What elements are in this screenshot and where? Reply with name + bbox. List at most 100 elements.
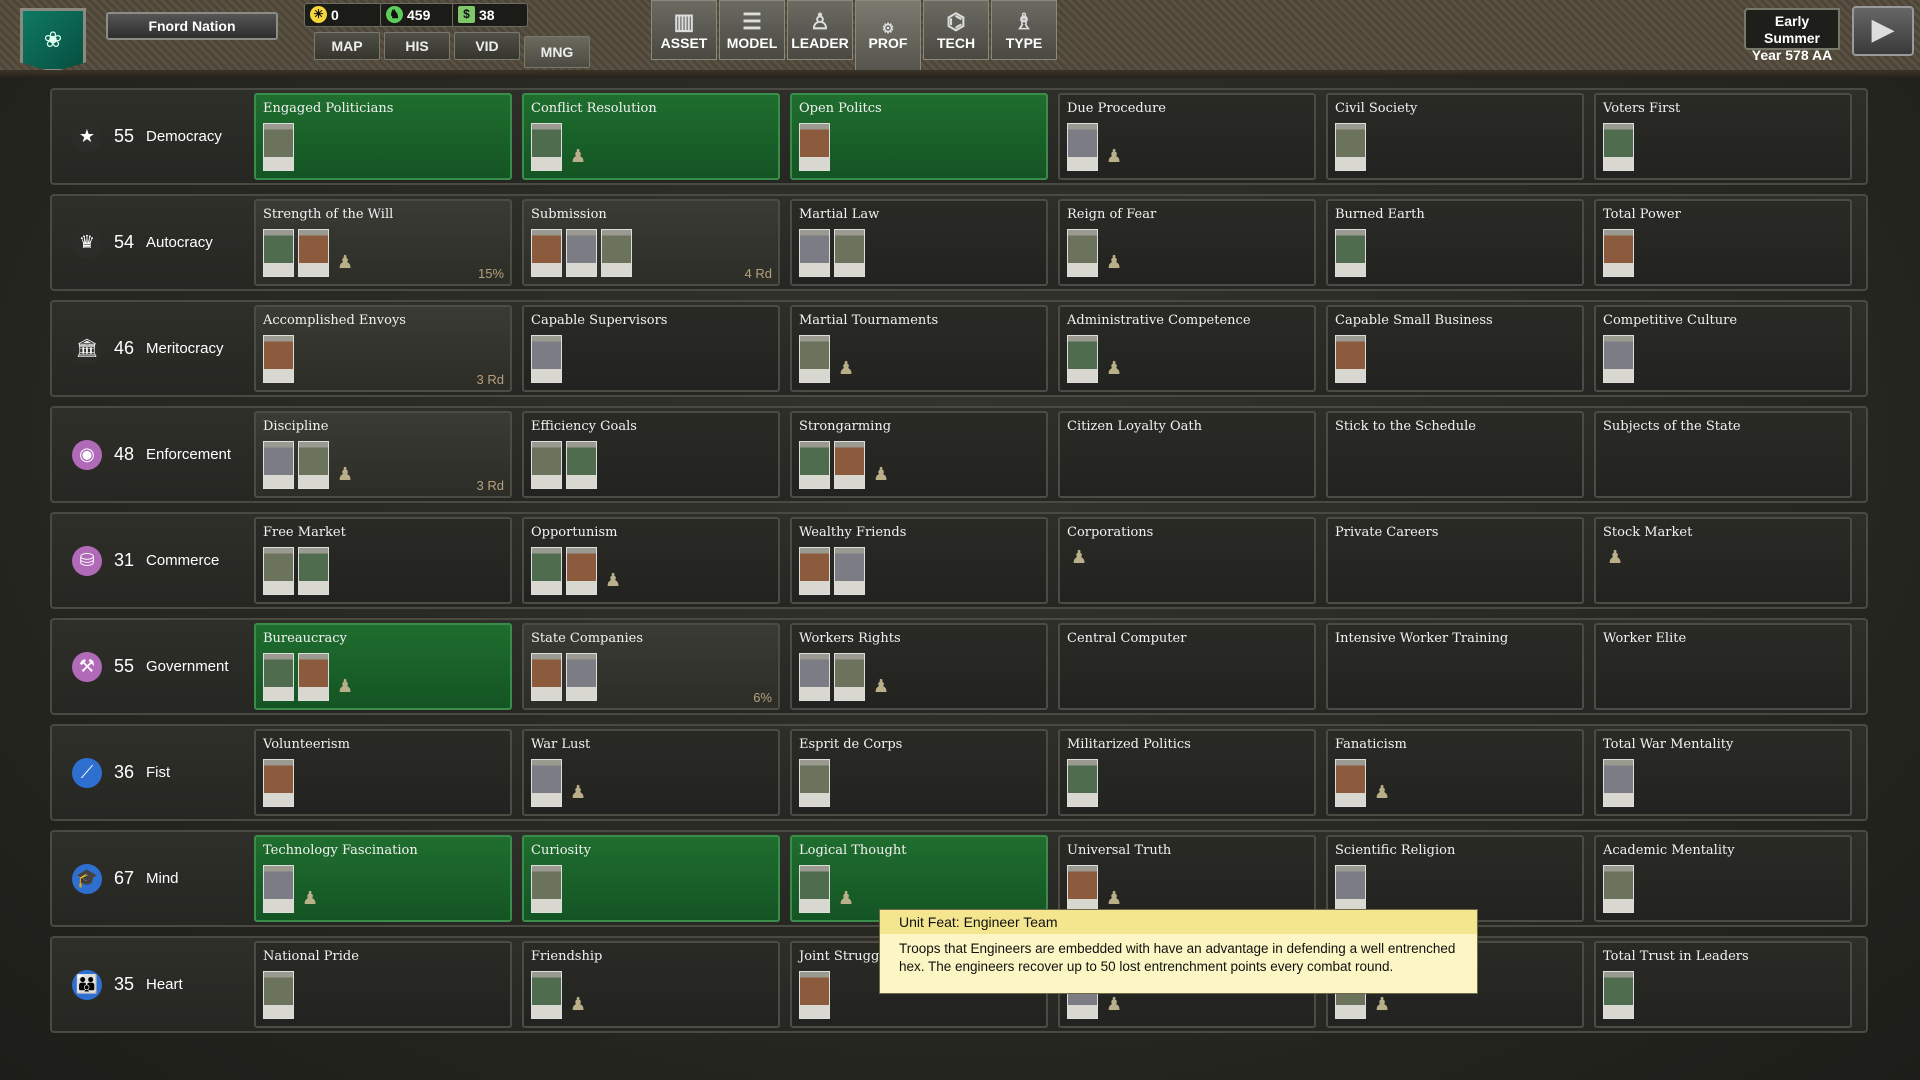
profession-card[interactable]: Bureaucracy ♟: [254, 623, 512, 710]
unit-card-icon[interactable]: [1603, 229, 1634, 277]
tab-mng[interactable]: MNG: [524, 36, 590, 68]
profession-card[interactable]: Free Market: [254, 517, 512, 604]
profession-card[interactable]: Strongarming ♟: [790, 411, 1048, 498]
unit-card-icon[interactable]: [834, 653, 865, 701]
profession-card[interactable]: Private Careers: [1326, 517, 1584, 604]
end-turn-button[interactable]: ▶: [1852, 6, 1914, 56]
unit-figure-icon[interactable]: ♟: [1607, 547, 1623, 568]
profession-card[interactable]: Stock Market ♟: [1594, 517, 1852, 604]
unit-card-icon[interactable]: [531, 971, 562, 1019]
profession-card[interactable]: Esprit de Corps: [790, 729, 1048, 816]
profession-card[interactable]: War Lust ♟: [522, 729, 780, 816]
unit-card-icon[interactable]: [263, 759, 294, 807]
profession-card[interactable]: Accomplished Envoys 3 Rd: [254, 305, 512, 392]
unit-card-icon[interactable]: [531, 335, 562, 383]
unit-card-icon[interactable]: [1335, 335, 1366, 383]
unit-card-icon[interactable]: [1335, 865, 1366, 913]
tech-button[interactable]: ⌬ TECH: [923, 0, 989, 60]
profession-card[interactable]: Civil Society: [1326, 93, 1584, 180]
profession-card[interactable]: State Companies 6%: [522, 623, 780, 710]
profession-card[interactable]: Efficiency Goals: [522, 411, 780, 498]
unit-figure-icon[interactable]: ♟: [337, 252, 353, 273]
profession-card[interactable]: Total Power: [1594, 199, 1852, 286]
unit-card-icon[interactable]: [566, 229, 597, 277]
unit-figure-icon[interactable]: ♟: [1106, 994, 1122, 1015]
tab-map[interactable]: MAP: [314, 32, 380, 60]
profession-card[interactable]: Open Politcs: [790, 93, 1048, 180]
unit-figure-icon[interactable]: ♟: [1106, 358, 1122, 379]
tab-vid[interactable]: VID: [454, 32, 520, 60]
unit-card-icon[interactable]: [1067, 335, 1098, 383]
model-button[interactable]: ☰ MODEL: [719, 0, 785, 60]
unit-card-icon[interactable]: [263, 441, 294, 489]
profession-card[interactable]: Friendship ♟: [522, 941, 780, 1028]
unit-card-icon[interactable]: [531, 441, 562, 489]
unit-figure-icon[interactable]: ♟: [1374, 782, 1390, 803]
unit-card-icon[interactable]: [834, 229, 865, 277]
profession-card[interactable]: Capable Supervisors: [522, 305, 780, 392]
unit-card-icon[interactable]: [799, 441, 830, 489]
profession-card[interactable]: Central Computer: [1058, 623, 1316, 710]
unit-card-icon[interactable]: [1603, 971, 1634, 1019]
profession-card[interactable]: Burned Earth: [1326, 199, 1584, 286]
unit-figure-icon[interactable]: ♟: [873, 464, 889, 485]
profession-card[interactable]: Engaged Politicians: [254, 93, 512, 180]
unit-card-icon[interactable]: [799, 865, 830, 913]
unit-card-icon[interactable]: [1335, 759, 1366, 807]
unit-card-icon[interactable]: [1603, 123, 1634, 171]
unit-figure-icon[interactable]: ♟: [570, 994, 586, 1015]
unit-card-icon[interactable]: [799, 653, 830, 701]
unit-figure-icon[interactable]: ♟: [570, 782, 586, 803]
unit-card-icon[interactable]: [799, 229, 830, 277]
unit-card-icon[interactable]: [1335, 229, 1366, 277]
unit-card-icon[interactable]: [531, 229, 562, 277]
unit-figure-icon[interactable]: ♟: [302, 888, 318, 909]
unit-card-icon[interactable]: [566, 653, 597, 701]
profession-card[interactable]: Curiosity: [522, 835, 780, 922]
profession-card[interactable]: Opportunism ♟: [522, 517, 780, 604]
unit-card-icon[interactable]: [263, 335, 294, 383]
unit-card-icon[interactable]: [263, 653, 294, 701]
unit-card-icon[interactable]: [1603, 335, 1634, 383]
unit-card-icon[interactable]: [566, 547, 597, 595]
unit-figure-icon[interactable]: ♟: [838, 358, 854, 379]
unit-figure-icon[interactable]: ♟: [873, 676, 889, 697]
profession-card[interactable]: Volunteerism: [254, 729, 512, 816]
tab-his[interactable]: HIS: [384, 32, 450, 60]
profession-card[interactable]: Due Procedure ♟: [1058, 93, 1316, 180]
profession-card[interactable]: Total War Mentality: [1594, 729, 1852, 816]
profession-card[interactable]: Subjects of the State: [1594, 411, 1852, 498]
unit-card-icon[interactable]: [1603, 865, 1634, 913]
profession-card[interactable]: Total Trust in Leaders: [1594, 941, 1852, 1028]
profession-card[interactable]: Reign of Fear ♟: [1058, 199, 1316, 286]
unit-card-icon[interactable]: [263, 229, 294, 277]
unit-card-icon[interactable]: [263, 547, 294, 595]
profession-card[interactable]: Citizen Loyalty Oath: [1058, 411, 1316, 498]
unit-card-icon[interactable]: [799, 759, 830, 807]
unit-figure-icon[interactable]: ♟: [1106, 252, 1122, 273]
profession-card[interactable]: Wealthy Friends: [790, 517, 1048, 604]
unit-card-icon[interactable]: [531, 547, 562, 595]
unit-card-icon[interactable]: [531, 865, 562, 913]
unit-card-icon[interactable]: [298, 653, 329, 701]
unit-card-icon[interactable]: [531, 653, 562, 701]
unit-card-icon[interactable]: [298, 229, 329, 277]
profession-card[interactable]: Voters First: [1594, 93, 1852, 180]
profession-card[interactable]: Submission 4 Rd: [522, 199, 780, 286]
unit-figure-icon[interactable]: ♟: [570, 146, 586, 167]
profession-card[interactable]: Capable Small Business: [1326, 305, 1584, 392]
profession-card[interactable]: Militarized Politics: [1058, 729, 1316, 816]
unit-figure-icon[interactable]: ♟: [1374, 994, 1390, 1015]
profession-card[interactable]: Conflict Resolution ♟: [522, 93, 780, 180]
unit-figure-icon[interactable]: ♟: [838, 888, 854, 909]
unit-card-icon[interactable]: [263, 865, 294, 913]
unit-card-icon[interactable]: [799, 971, 830, 1019]
unit-figure-icon[interactable]: ♟: [1106, 146, 1122, 167]
profession-card[interactable]: Stick to the Schedule: [1326, 411, 1584, 498]
profession-card[interactable]: Discipline ♟ 3 Rd: [254, 411, 512, 498]
profession-card[interactable]: National Pride: [254, 941, 512, 1028]
unit-card-icon[interactable]: [799, 335, 830, 383]
type-button[interactable]: ♗ TYPE: [991, 0, 1057, 60]
unit-figure-icon[interactable]: ♟: [1071, 547, 1087, 568]
unit-card-icon[interactable]: [1067, 123, 1098, 171]
